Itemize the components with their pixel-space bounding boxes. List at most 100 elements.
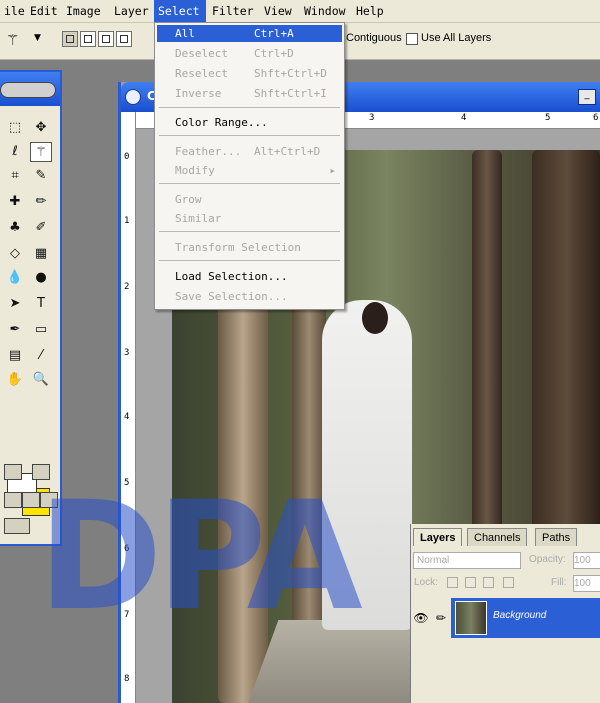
blend-mode-select[interactable]: Normal — [413, 552, 521, 569]
path-selection-tool-icon[interactable]: ➤ — [4, 294, 26, 314]
tab-channels[interactable]: Channels — [467, 528, 528, 546]
opacity-label: Opacity: — [529, 554, 566, 565]
select-menu: All Ctrl+A Deselect Ctrl+D Reselect Shft… — [154, 22, 345, 310]
reselect-item[interactable]: Reselect Shft+Ctrl+D — [157, 65, 342, 82]
menu-file[interactable]: ile — [0, 0, 29, 22]
magic-wand-tool-icon[interactable]: ⚚ — [30, 142, 52, 162]
transform-selection-item[interactable]: Transform Selection — [157, 239, 342, 256]
tool-preset-chevron-down-icon[interactable]: ▼ — [34, 33, 41, 43]
inverse-item[interactable]: Inverse Shft+Ctrl+I — [157, 85, 342, 102]
ruler-label: 4 — [461, 113, 467, 123]
feather-item[interactable]: Feather... Alt+Ctrl+D — [157, 143, 342, 160]
lock-image-icon[interactable] — [465, 577, 476, 588]
magic-wand-tool-icon[interactable]: ⚚ — [6, 31, 19, 49]
similar-item[interactable]: Similar — [157, 210, 342, 227]
menu-item-label: Load Selection... — [175, 270, 288, 283]
use-all-layers-checkbox[interactable] — [406, 33, 418, 45]
lock-position-icon[interactable] — [483, 577, 494, 588]
marquee-tool-icon[interactable]: ⬚ — [4, 118, 26, 138]
grow-item[interactable]: Grow — [157, 191, 342, 208]
lock-label: Lock: — [414, 577, 438, 588]
blur-tool-icon[interactable]: 💧 — [4, 268, 26, 288]
fill-field[interactable]: 100 — [573, 575, 600, 592]
menu-item-shortcut: Ctrl+D — [254, 47, 294, 60]
menu-layer[interactable]: Layer — [110, 0, 153, 22]
move-tool-icon[interactable]: ✥ — [30, 118, 52, 138]
deselect-item[interactable]: Deselect Ctrl+D — [157, 45, 342, 62]
opacity-field[interactable]: 100 — [573, 552, 600, 569]
brush-tool-icon[interactable]: ✏ — [30, 192, 52, 212]
type-tool-icon[interactable]: T — [30, 294, 52, 314]
bride-head — [362, 302, 388, 334]
layer-visibility-eye-icon[interactable]: 👁 — [411, 598, 431, 638]
history-brush-tool-icon[interactable]: ✐ — [30, 218, 52, 238]
submenu-arrow-icon: ▸ — [329, 164, 336, 177]
jump-to-imageready-icon[interactable] — [4, 518, 30, 534]
fill-label: Fill: — [551, 577, 567, 588]
selection-mode-new-button[interactable] — [62, 31, 78, 47]
hand-tool-icon[interactable]: ✋ — [4, 370, 26, 390]
modify-item[interactable]: Modify ▸ — [157, 162, 342, 179]
clone-stamp-tool-icon[interactable]: ♣ — [4, 218, 26, 238]
menu-item-shortcut: Shft+Ctrl+D — [254, 67, 327, 80]
tab-layers[interactable]: Layers — [413, 528, 463, 546]
menu-separator — [159, 183, 340, 184]
notes-tool-icon[interactable]: ▤ — [4, 346, 26, 366]
menu-item-label: Feather... — [175, 145, 242, 158]
use-all-layers-label: Use All Layers — [421, 32, 492, 44]
save-selection-item[interactable]: Save Selection... — [157, 288, 342, 305]
ruler-label: 1 — [124, 216, 130, 226]
tools-titlebar[interactable] — [0, 72, 60, 106]
layer-row-background[interactable]: 👁 ✏ Background — [411, 598, 600, 638]
lock-all-icon[interactable] — [503, 577, 514, 588]
menu-separator — [159, 260, 340, 261]
tools-header-eye-icon — [0, 82, 56, 98]
layer-brush-icon: ✏ — [431, 598, 451, 638]
menu-help[interactable]: Help — [352, 0, 388, 22]
gradient-tool-icon[interactable]: ▦ — [30, 244, 52, 264]
standard-mode-icon[interactable] — [4, 464, 22, 480]
minimize-icon[interactable]: _ — [578, 89, 596, 105]
ruler-label: 6 — [593, 113, 599, 123]
eyedropper-tool-icon[interactable]: ⁄ — [30, 346, 52, 366]
shape-tool-icon[interactable]: ▭ — [30, 320, 52, 340]
menu-bar: ile Edit Image Layer Select Filter View … — [0, 0, 600, 23]
load-selection-item[interactable]: Load Selection... — [157, 268, 342, 285]
menu-separator — [159, 135, 340, 136]
menu-item-label: Similar — [175, 212, 222, 225]
ruler-label: 0 — [124, 152, 130, 162]
healing-brush-tool-icon[interactable]: ✚ — [4, 192, 26, 212]
eraser-tool-icon[interactable]: ◇ — [4, 244, 26, 264]
menu-filter[interactable]: Filter — [208, 0, 258, 22]
tab-paths[interactable]: Paths — [535, 528, 578, 546]
color-range-item[interactable]: Color Range... — [157, 114, 342, 131]
menu-item-label: Deselect — [175, 47, 228, 60]
menu-image[interactable]: Image — [62, 0, 105, 22]
menu-item-label: Grow — [175, 193, 202, 206]
layers-palette: Layers Channels Paths Normal Opacity: 10… — [410, 524, 600, 703]
zoom-tool-icon[interactable]: 🔍 — [30, 370, 52, 390]
menu-select[interactable]: Select — [154, 0, 206, 22]
lasso-tool-icon[interactable]: ℓ — [4, 142, 26, 162]
menu-item-shortcut: Alt+Ctrl+D — [254, 145, 321, 158]
lock-transparency-icon[interactable] — [447, 577, 458, 588]
selection-mode-intersect-button[interactable] — [116, 31, 132, 47]
menu-item-label: Color Range... — [175, 116, 268, 129]
select-all-item[interactable]: All Ctrl+A — [157, 25, 342, 42]
pen-tool-icon[interactable]: ✒ — [4, 320, 26, 340]
slice-tool-icon[interactable]: ✎ — [30, 166, 52, 186]
selection-mode-subtract-button[interactable] — [98, 31, 114, 47]
menu-view[interactable]: View — [260, 0, 296, 22]
ruler-label: 8 — [124, 674, 130, 684]
crop-tool-icon[interactable]: ⌗ — [4, 166, 26, 186]
menu-separator — [159, 107, 340, 108]
menu-window[interactable]: Window — [300, 0, 350, 22]
dodge-tool-icon[interactable]: ● — [30, 268, 52, 288]
ruler-label: 3 — [124, 348, 130, 358]
watermark: DPA — [38, 470, 363, 644]
selection-mode-add-button[interactable] — [80, 31, 96, 47]
menu-edit[interactable]: Edit — [26, 0, 62, 22]
ruler-label: 5 — [545, 113, 551, 123]
ruler-label: 2 — [124, 282, 130, 292]
screen-mode-standard-icon[interactable] — [4, 492, 22, 508]
